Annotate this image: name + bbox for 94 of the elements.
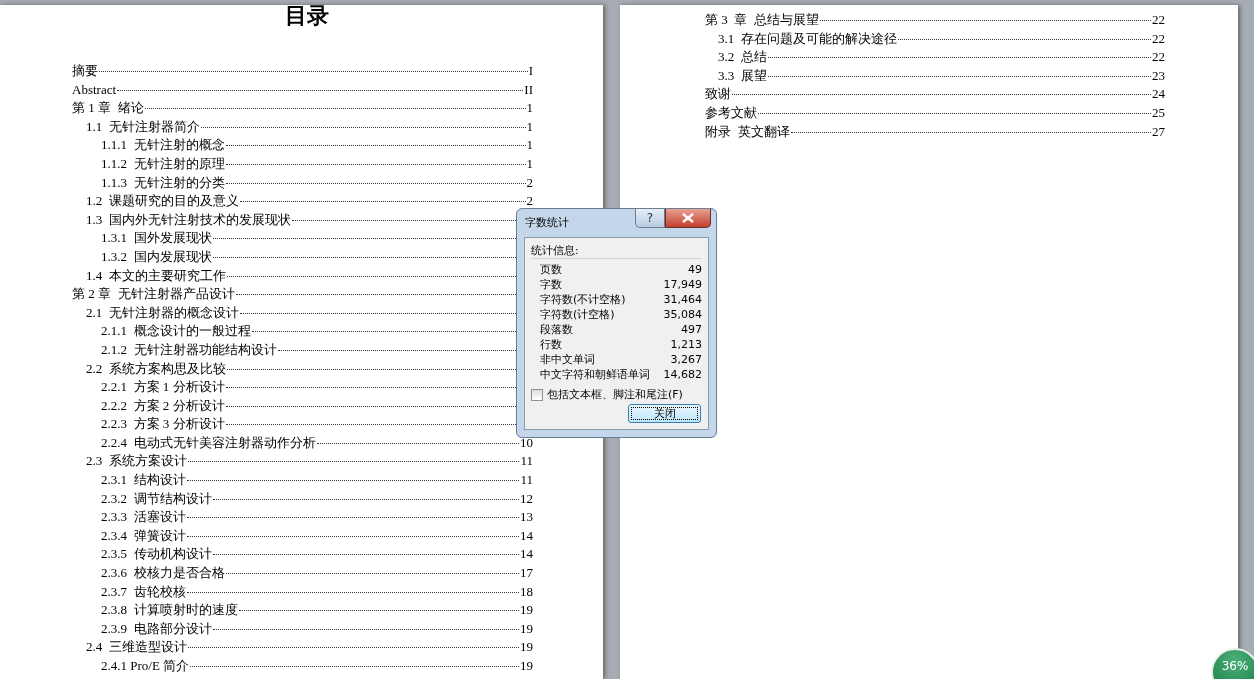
- page-number: 24: [1152, 85, 1165, 104]
- toc-entry: 1.3.1 国外发展现状: [101, 229, 212, 248]
- toc-entry: 2.2.4 电动式无针美容注射器动作分析: [101, 433, 316, 452]
- page-number: 1: [526, 154, 533, 173]
- toc-entry: 2.2.3 方案 3 分析设计: [101, 415, 225, 434]
- page-number: 1: [526, 99, 533, 118]
- stat-label: 行数: [540, 337, 562, 352]
- stat-value: 35,084: [663, 307, 702, 322]
- stat-label: 段落数: [540, 322, 573, 337]
- stat-label: 中文字符和朝鲜语单词: [540, 367, 650, 382]
- checkbox-label: 包括文本框、脚注和尾注(F): [547, 387, 683, 403]
- page-number: 27: [1152, 122, 1165, 141]
- page-number: 19: [520, 619, 533, 638]
- document-title: 目录: [283, 5, 330, 27]
- toc-entry: 1.3.2 国内发展现状: [101, 247, 212, 266]
- toc-entry: 2.3 系统方案设计: [86, 452, 187, 471]
- toc-entry: 1.1.2 无针注射的原理: [101, 154, 225, 173]
- toc-entry: 附录 英文翻译: [705, 122, 790, 141]
- checkbox[interactable]: [531, 389, 543, 402]
- toc-entry: 3.1 存在问题及可能的解决途径: [718, 29, 897, 48]
- page-number: 18: [520, 582, 533, 601]
- toc-entry: 2.1 无针注射器的概念设计: [86, 303, 239, 322]
- close-button[interactable]: [665, 209, 711, 228]
- toc-entry: 致谢: [705, 85, 731, 104]
- toc-entry: 1.1 无针注射器简介: [86, 117, 200, 136]
- toc-entry: 2.3.5 传动机构设计: [101, 545, 212, 564]
- help-button[interactable]: ?: [635, 209, 665, 228]
- page-number: 14: [520, 526, 533, 545]
- toc-entry: 3.3 展望: [718, 66, 767, 85]
- stat-value: 1,213: [670, 337, 702, 352]
- toc-entry: 第 1 章 绪论: [72, 99, 144, 118]
- toc-entry: 1.2 课题研究的目的及意义: [86, 192, 239, 211]
- close-dialog-button[interactable]: 关闭: [628, 404, 701, 423]
- toc-entry: 1.1.1 无针注射的概念: [101, 136, 225, 155]
- dialog-title: 字数统计: [525, 215, 569, 231]
- page-number: 23: [1152, 66, 1165, 85]
- toc-entry: 2.3.8 计算喷射时的速度: [101, 601, 238, 620]
- page-number: 25: [1152, 103, 1165, 122]
- toc-entry: 3.2 总结: [718, 48, 767, 67]
- toc-entry: 2.4 三维造型设计: [86, 638, 187, 657]
- toc-entry: 1.4 本文的主要研究工作: [86, 266, 226, 285]
- page-number: 11: [520, 471, 533, 490]
- page-number: 2: [526, 192, 533, 211]
- page-number: 14: [520, 545, 533, 564]
- toc-entry: 摘要: [72, 62, 98, 80]
- toc-entry: 2.3.2 调节结构设计: [101, 489, 212, 508]
- stat-value: 49: [688, 262, 702, 277]
- page-number: 10: [520, 433, 533, 452]
- stat-label: 字符数(计空格): [540, 307, 615, 322]
- stat-label: 字符数(不计空格): [540, 292, 626, 307]
- page-number: 19: [520, 601, 533, 620]
- toc-entry: 1.3 国内外无针注射技术的发展现状: [86, 210, 291, 229]
- page-number: 19: [520, 638, 533, 657]
- page-number: 22: [1152, 11, 1165, 29]
- page-number: 2: [526, 173, 533, 192]
- toc-entry: 2.2.2 方案 2 分析设计: [101, 396, 225, 415]
- stat-label: 字数: [540, 277, 562, 292]
- page-number: I: [528, 62, 533, 80]
- page-number: 12: [520, 489, 533, 508]
- page-number: 11: [520, 452, 533, 471]
- page-number: 13: [520, 508, 533, 527]
- page-number: II: [524, 80, 533, 99]
- toc-entry: 2.3.3 活塞设计: [101, 508, 186, 527]
- stat-value: 497: [681, 322, 702, 337]
- toc-entry: 2.2.1 方案 1 分析设计: [101, 378, 225, 397]
- toc-entry: 2.2 系统方案构思及比较: [86, 359, 226, 378]
- page-number: 22: [1152, 48, 1165, 67]
- toc-entry: 2.1.1 概念设计的一般过程: [101, 322, 251, 341]
- page-number: 17: [520, 564, 533, 583]
- close-icon: [682, 213, 694, 223]
- group-label: 统计信息:: [531, 244, 702, 259]
- page-number: 1: [526, 136, 533, 155]
- stat-value: 14,682: [663, 367, 702, 382]
- toc-entry: 2.3.1 结构设计: [101, 471, 186, 490]
- toc-entry: 第 2 章 无针注射器产品设计: [72, 285, 235, 304]
- toc-entry: 2.1.2 无针注射器功能结构设计: [101, 340, 277, 359]
- page-number: 1: [526, 117, 533, 136]
- toc-entry: 2.3.7 齿轮校核: [101, 582, 186, 601]
- toc-entry: 2.4.1 Pro/E 简介: [101, 657, 190, 675]
- toc-entry: 参考文献: [705, 103, 757, 122]
- toc-entry: 1.1.3 无针注射的分类: [101, 173, 225, 192]
- stat-value: 31,464: [663, 292, 702, 307]
- page-number: 22: [1152, 29, 1165, 48]
- toc-entry: 2.3.4 弹簧设计: [101, 526, 186, 545]
- stat-value: 17,949: [663, 277, 702, 292]
- stat-label: 非中文单词: [540, 352, 595, 367]
- zoom-badge: 36%: [1211, 648, 1254, 679]
- stat-label: 页数: [540, 262, 562, 277]
- stat-value: 3,267: [670, 352, 702, 367]
- toc-entry: Abstract: [72, 80, 117, 99]
- toc-entry: 2.3.9 电路部分设计: [101, 619, 212, 638]
- toc-entry: 第 3 章 总结与展望: [705, 11, 819, 29]
- toc-entry: 2.3.6 校核力是否合格: [101, 564, 225, 583]
- page-number: 19: [520, 657, 533, 675]
